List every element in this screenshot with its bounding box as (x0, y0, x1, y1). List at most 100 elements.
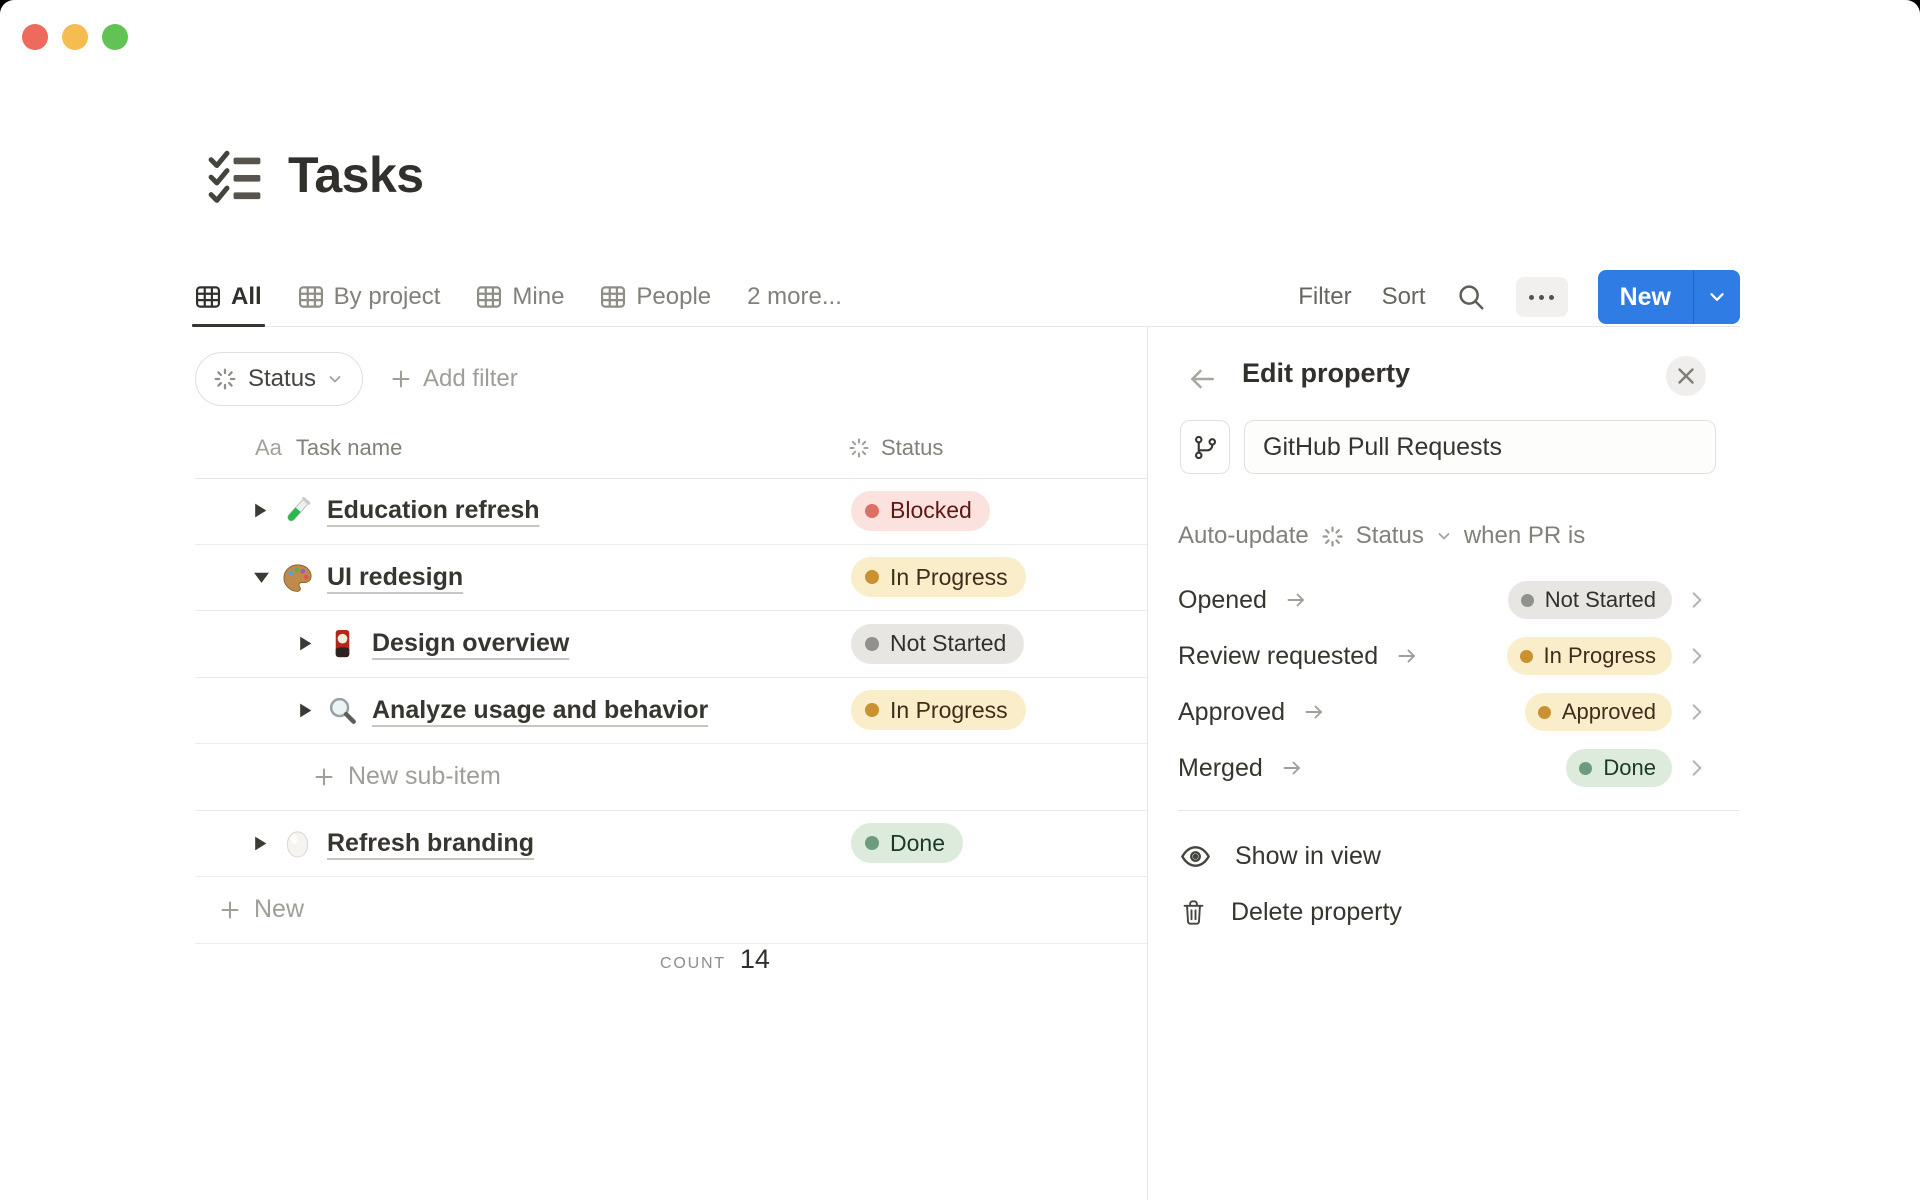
back-button[interactable] (1186, 364, 1218, 394)
auto-update-suffix: when PR is (1463, 522, 1586, 549)
property-icon-button[interactable] (1180, 420, 1230, 474)
chevron-right-icon[interactable] (1688, 701, 1706, 723)
status-spinner-icon (212, 366, 238, 392)
pr-event-label: Review requested (1178, 641, 1379, 670)
tab-by-project[interactable]: By project (298, 268, 440, 326)
delete-property-button[interactable]: Delete property (1180, 884, 1740, 940)
table-row[interactable]: UI redesign In Progress (195, 545, 1147, 611)
status-badge[interactable]: Approved (1524, 693, 1672, 731)
tab-all[interactable]: All (192, 268, 265, 327)
expand-toggle-icon[interactable] (253, 502, 270, 519)
status-badge[interactable]: Done (851, 823, 963, 864)
page-title-row: Tasks (206, 146, 424, 204)
tab-mine[interactable]: Mine (476, 268, 564, 326)
table-icon (298, 284, 324, 310)
status-badge[interactable]: Blocked (851, 490, 990, 531)
status-dot (865, 836, 879, 851)
flower-card-emoji (327, 628, 358, 659)
status-dot (865, 636, 879, 651)
panel-actions: Show in view Delete property (1180, 828, 1740, 940)
pr-event-label: Merged (1178, 753, 1263, 782)
collapse-toggle-icon[interactable] (253, 571, 270, 584)
view-toolbar: All By project Mine People 2 more... Fil… (192, 268, 1740, 327)
expand-toggle-icon[interactable] (298, 702, 315, 719)
search-icon[interactable] (1456, 282, 1486, 312)
status-badge[interactable]: In Progress (851, 557, 1026, 598)
mapping-row-approved[interactable]: Approved Approved (1178, 684, 1740, 740)
close-icon (1678, 368, 1694, 384)
expand-toggle-icon[interactable] (298, 635, 315, 652)
chevron-down-icon (1710, 293, 1724, 301)
close-panel-button[interactable] (1666, 356, 1706, 396)
tab-people[interactable]: People (600, 268, 711, 326)
show-in-view-button[interactable]: Show in view (1180, 828, 1740, 884)
eye-icon (1180, 845, 1211, 867)
task-title-link[interactable]: UI redesign (327, 563, 463, 592)
count-footer[interactable]: COUNT 14 (660, 944, 770, 975)
more-options-button[interactable] (1515, 277, 1568, 317)
sort-button[interactable]: Sort (1382, 283, 1426, 311)
status-badge[interactable]: Done (1566, 749, 1672, 787)
chevron-right-icon[interactable] (1688, 645, 1706, 667)
filter-button[interactable]: Filter (1298, 283, 1351, 311)
status-badge[interactable]: Not Started (1507, 581, 1672, 619)
minimize-window-button[interactable] (62, 24, 88, 50)
app-window: Tasks All By project Mine People 2 more.… (0, 0, 1920, 1200)
chevron-down-icon (329, 376, 341, 383)
pr-event-label: Opened (1178, 585, 1267, 614)
page-title: Tasks (288, 147, 424, 203)
pr-status-mappings: Opened Not Started Review requested In P… (1178, 572, 1740, 796)
chevron-right-icon[interactable] (1688, 589, 1706, 611)
table-row[interactable]: Analyze usage and behavior In Progress (195, 678, 1147, 744)
git-branch-icon (1194, 435, 1216, 459)
table-body: Education refresh Blocked UI redesign In… (195, 478, 1147, 944)
egg-emoji (282, 828, 313, 859)
panel-divider-vertical (1147, 326, 1148, 1200)
chevron-down-icon (1438, 533, 1450, 540)
auto-update-rule: Auto-update Status when PR is (1178, 522, 1585, 550)
table-row[interactable]: Refresh branding Done (195, 811, 1147, 877)
close-window-button[interactable] (22, 24, 48, 50)
palette-emoji (282, 562, 313, 593)
plus-icon (221, 901, 239, 919)
window-controls (22, 24, 128, 50)
task-title-link[interactable]: Education refresh (327, 496, 540, 525)
table-row[interactable]: Design overview Not Started (195, 611, 1147, 678)
task-title-link[interactable]: Refresh branding (327, 829, 534, 858)
new-button[interactable]: New (1598, 270, 1693, 324)
task-title-link[interactable]: Analyze usage and behavior (372, 696, 708, 725)
status-dot (1519, 649, 1533, 663)
status-badge[interactable]: In Progress (1506, 637, 1672, 675)
view-tabs: All By project Mine People 2 more... (192, 268, 842, 327)
mapping-row-review-requested[interactable]: Review requested In Progress (1178, 628, 1740, 684)
task-title-link[interactable]: Design overview (372, 629, 569, 658)
count-value: 14 (739, 944, 770, 974)
column-label: Task name (295, 435, 403, 460)
text-type-icon: Aa (255, 435, 282, 460)
expand-toggle-icon[interactable] (253, 835, 270, 852)
zoom-window-button[interactable] (102, 24, 128, 50)
property-name-input[interactable] (1244, 420, 1716, 474)
new-row-label: New (254, 895, 305, 924)
status-spinner-icon (1320, 524, 1345, 549)
table-row[interactable]: Education refresh Blocked (195, 478, 1147, 545)
count-label: COUNT (660, 955, 726, 972)
column-header-task-name[interactable]: Aa Task name (255, 435, 402, 461)
new-sub-item-row[interactable]: New sub-item (195, 744, 1147, 811)
status-filter-chip[interactable]: Status (195, 352, 364, 406)
arrow-left-icon (1191, 369, 1214, 389)
new-dropdown-button[interactable] (1694, 270, 1740, 324)
table-icon (600, 284, 626, 310)
status-badge[interactable]: In Progress (851, 690, 1026, 731)
test-tube-emoji (282, 495, 313, 526)
add-filter-button[interactable]: Add filter (389, 365, 518, 393)
new-row[interactable]: New (195, 877, 1147, 944)
chevron-right-icon[interactable] (1688, 757, 1706, 779)
auto-update-status-select[interactable]: Status (1356, 522, 1424, 550)
mapping-row-merged[interactable]: Merged Done (1178, 740, 1740, 796)
more-tabs-button[interactable]: 2 more... (747, 283, 842, 311)
column-header-status[interactable]: Status (847, 435, 943, 461)
mapping-row-opened[interactable]: Opened Not Started (1178, 572, 1740, 628)
arrow-right-icon (1283, 761, 1300, 775)
status-badge[interactable]: Not Started (851, 623, 1025, 664)
